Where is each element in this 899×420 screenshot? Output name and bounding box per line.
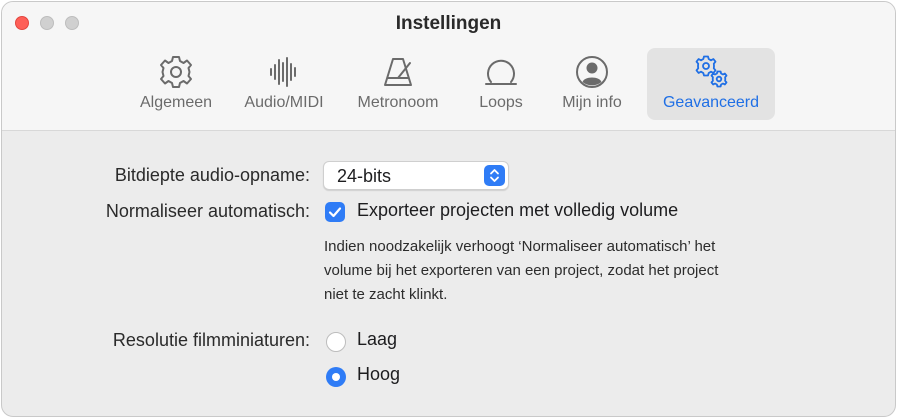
tab-label: Geavanceerd	[662, 94, 760, 111]
export-full-volume-checkbox[interactable]	[325, 202, 345, 222]
loop-icon	[483, 54, 519, 90]
window-title: Instellingen	[395, 13, 502, 34]
tab-geavanceerd[interactable]: Geavanceerd	[647, 48, 775, 120]
metronome-icon	[380, 54, 416, 90]
tab-algemeen[interactable]: Algemeen	[130, 48, 222, 120]
tab-label: Mijn info	[562, 94, 622, 111]
export-full-volume-label: Exporteer projecten met volledig volume	[357, 200, 679, 220]
tab-label: Algemeen	[139, 94, 213, 111]
tab-mijn-info[interactable]: Mijn info	[550, 48, 634, 120]
gear-icon	[158, 54, 194, 90]
normalize-help-text: Indien noodzakelijk verhoogt ‘Normalisee…	[324, 235, 824, 307]
gears-icon	[693, 54, 729, 90]
help-line: niet te zacht klinkt.	[324, 286, 448, 303]
toolbar: Instellingen Algemeen Audio/MIDI Metrono…	[2, 2, 895, 131]
tab-label: Metronoom	[357, 94, 439, 111]
chevron-up-down-icon	[484, 165, 505, 186]
settings-tabs: Algemeen Audio/MIDI Metronoom Loops Mijn…	[2, 48, 895, 122]
thumbnail-resolution-label: Resolutie filmminiaturen:	[112, 330, 310, 350]
bit-depth-value: 24-bits	[337, 166, 392, 186]
tab-loops[interactable]: Loops	[467, 48, 535, 120]
bit-depth-popup[interactable]: 24-bits	[323, 161, 509, 190]
tab-metronoom[interactable]: Metronoom	[344, 48, 452, 120]
waveform-icon	[266, 54, 302, 90]
checkmark-icon	[328, 207, 342, 218]
radio-laag-label: Laag	[357, 329, 398, 349]
tab-label: Audio/MIDI	[244, 94, 324, 111]
radio-hoog[interactable]	[326, 367, 346, 387]
help-line: Indien noodzakelijk verhoogt ‘Normalisee…	[324, 238, 716, 255]
bit-depth-label: Bitdiepte audio-opname:	[114, 165, 310, 185]
settings-panel: Bitdiepte audio-opname: 24-bits Normalis…	[2, 131, 895, 416]
radio-hoog-label: Hoog	[357, 364, 401, 384]
tab-audio-midi[interactable]: Audio/MIDI	[235, 48, 333, 120]
normalize-label: Normaliseer automatisch:	[105, 201, 310, 221]
radio-laag[interactable]	[326, 332, 346, 352]
settings-window: Instellingen Algemeen Audio/MIDI Metrono…	[1, 1, 896, 417]
person-circle-icon	[574, 54, 610, 90]
tab-label: Loops	[479, 94, 523, 111]
help-line: volume bij het exporteren van een projec…	[324, 262, 719, 279]
